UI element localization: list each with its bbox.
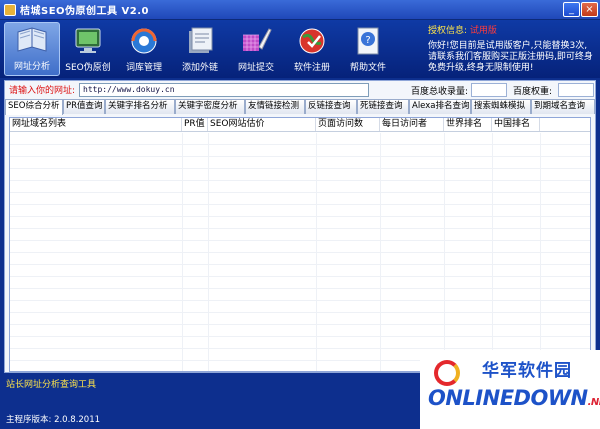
book-icon <box>14 23 50 57</box>
document-stack-icon <box>182 24 218 58</box>
support-globe-icon <box>126 24 162 58</box>
column-header-page-views[interactable]: 页面访问数 <box>316 118 380 131</box>
baidu-index-field[interactable] <box>471 83 507 97</box>
close-button[interactable]: × <box>581 2 598 17</box>
toolbar-label: 网址分析 <box>13 62 50 72</box>
table-body[interactable] <box>10 133 590 371</box>
toolbar-label: 词库管理 <box>125 63 162 73</box>
toolbar-label: 帮助文件 <box>349 63 386 73</box>
toolbar: 网址分析 SEO伪原创 词库管理 添加外链 网址提交 软件注册 ? 帮助文件 <box>4 22 396 76</box>
tab-backlink-query[interactable]: 反链接查询 <box>305 99 357 114</box>
header: 网址分析 SEO伪原创 词库管理 添加外链 网址提交 软件注册 ? 帮助文件 授… <box>0 20 600 78</box>
url-label: 请输入你的网址: <box>9 86 76 96</box>
column-divider <box>444 133 445 371</box>
toolbar-add-link-button[interactable]: 添加外链 <box>172 22 228 76</box>
tab-keyword-rank[interactable]: 关键字排名分析 <box>105 99 175 114</box>
toolbar-label: 添加外链 <box>181 63 218 73</box>
column-header-domain[interactable]: 网址域名列表 <box>10 118 182 131</box>
toolbar-register-button[interactable]: 软件注册 <box>284 22 340 76</box>
tab-spider-simulation[interactable]: 搜索蜘蛛模拟 <box>471 99 531 114</box>
tab-bar: SEO综合分析 PR值查询 关键字排名分析 关键字密度分析 友情链接检测 反链接… <box>5 99 595 115</box>
title-bar[interactable]: 桔城SEO伪原创工具 V2.0 _ × <box>0 0 600 20</box>
column-header-valuation[interactable]: SEO网站估价 <box>208 118 316 131</box>
svg-text:?: ? <box>365 35 370 46</box>
logo-ring-icon <box>434 360 460 386</box>
watermark-en-text: ONLINEDOWN <box>428 386 588 410</box>
tab-keyword-density[interactable]: 关键字密度分析 <box>175 99 245 114</box>
help-document-icon: ? <box>350 24 386 58</box>
baidu-weight-label: 百度权重: <box>513 87 553 97</box>
watermark-logo: 华军软件园 ONLINEDOWN.NET <box>420 350 600 429</box>
toolbar-url-analysis-button[interactable]: 网址分析 <box>4 22 60 76</box>
window-title: 桔城SEO伪原创工具 V2.0 <box>20 6 149 17</box>
tab-pr-query[interactable]: PR值查询 <box>63 99 105 114</box>
auth-title: 授权信息: <box>428 26 468 36</box>
version-label: 主程序版本: 2.0.8.2011 <box>6 415 101 425</box>
toolbar-dictionary-button[interactable]: 词库管理 <box>116 22 172 76</box>
baidu-weight-field[interactable] <box>558 83 594 97</box>
tab-seo-analysis[interactable]: SEO综合分析 <box>5 99 63 115</box>
minimize-button[interactable]: _ <box>563 2 580 17</box>
toolbar-label: SEO伪原创 <box>65 63 111 73</box>
tab-friend-link-check[interactable]: 友情链接检测 <box>245 99 305 114</box>
status-hint: 站长网址分析查询工具 <box>6 380 97 390</box>
column-divider <box>316 133 317 371</box>
tab-dead-link-query[interactable]: 死链接查询 <box>357 99 409 114</box>
column-header-pr[interactable]: PR值 <box>182 118 208 131</box>
results-table[interactable]: 网址域名列表 PR值 SEO网站估价 页面访问数 每日访问者 世界排名 中国排名 <box>9 117 591 372</box>
auth-status: 试用版 <box>469 26 497 36</box>
toolbar-label: 软件注册 <box>293 63 330 73</box>
column-header-china-rank[interactable]: 中国排名 <box>492 118 540 131</box>
globe-icon <box>294 24 330 58</box>
toolbar-seo-rewrite-button[interactable]: SEO伪原创 <box>60 22 116 76</box>
watermark-en: ONLINEDOWN.NET <box>428 386 600 410</box>
url-input[interactable]: http://www.dokuy.cn <box>79 83 369 97</box>
app-icon <box>4 3 16 16</box>
monitor-icon <box>70 24 106 58</box>
auth-panel: 授权信息: 试用版 你好!您目前是试用版客户,只能替换3次,请联系我们客服购买正… <box>428 26 596 74</box>
column-header-daily-visitors[interactable]: 每日访问者 <box>380 118 444 131</box>
column-divider <box>492 133 493 371</box>
tab-alexa-rank[interactable]: Alexa排名查询 <box>409 99 471 114</box>
column-divider <box>380 133 381 371</box>
toolbar-url-submit-button[interactable]: 网址提交 <box>228 22 284 76</box>
table-header: 网址域名列表 PR值 SEO网站估价 页面访问数 每日访问者 世界排名 中国排名 <box>10 118 590 132</box>
baidu-index-label: 百度总收录量: <box>411 87 469 97</box>
toolbar-label: 网址提交 <box>237 63 274 73</box>
tab-expired-domain[interactable]: 到期域名查询 <box>531 99 595 114</box>
column-divider <box>182 133 183 371</box>
url-row: 请输入你的网址: http://www.dokuy.cn 百度总收录量: 百度权… <box>5 81 595 98</box>
watermark-suffix: .NET <box>587 397 600 408</box>
column-divider <box>540 133 541 371</box>
watermark-cn: 华军软件园 <box>482 361 572 381</box>
main-panel: 请输入你的网址: http://www.dokuy.cn 百度总收录量: 百度权… <box>4 80 596 373</box>
column-header-world-rank[interactable]: 世界排名 <box>444 118 492 131</box>
window-controls: _ × <box>563 2 598 17</box>
paint-brush-icon <box>238 24 274 58</box>
toolbar-help-button[interactable]: ? 帮助文件 <box>340 22 396 76</box>
auth-message: 你好!您目前是试用版客户,只能替换3次,请联系我们客服购买正版注册码,即可终身免… <box>428 41 593 73</box>
column-divider <box>208 133 209 371</box>
